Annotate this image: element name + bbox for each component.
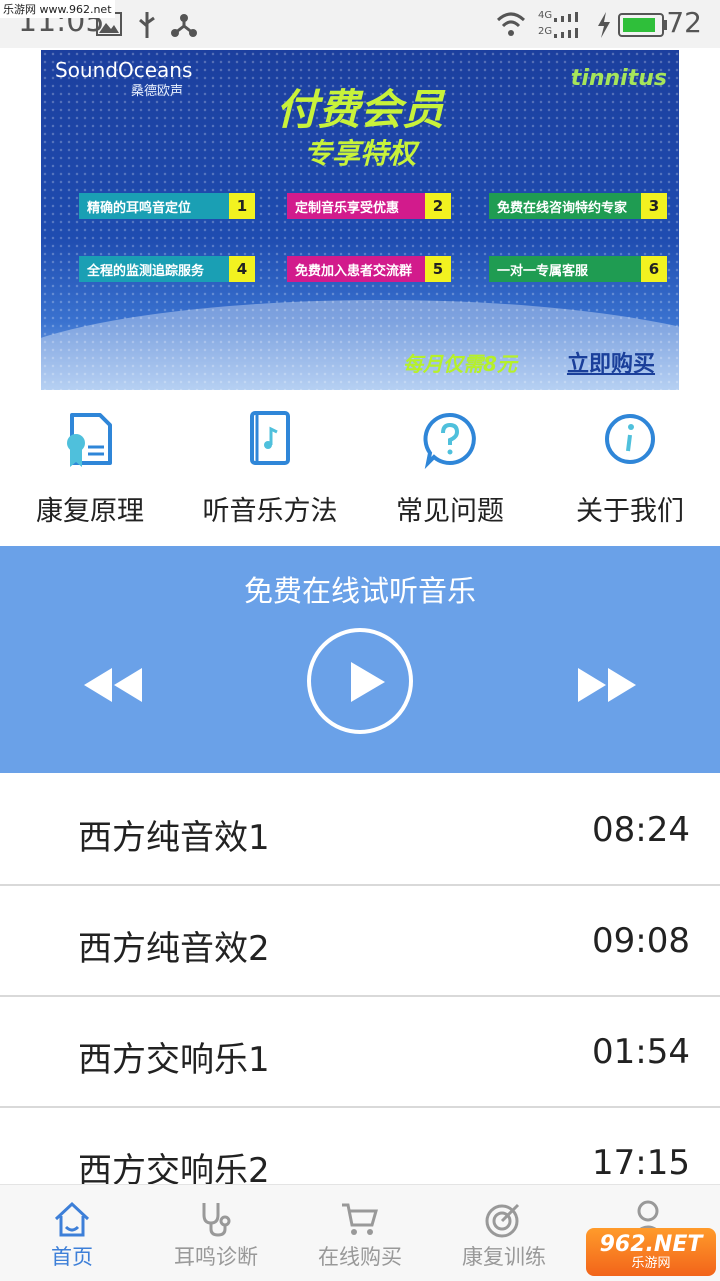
track-name: 西方纯音效2 <box>78 929 270 969</box>
nav-item-diagnosis[interactable]: 耳鸣诊断 <box>144 1185 288 1281</box>
nav-label: 在线购买 <box>318 1245 402 1269</box>
watermark-site: 乐游网 <box>631 1256 671 1271</box>
nav-item-home[interactable]: 首页 <box>0 1185 144 1281</box>
feature-number: 6 <box>641 256 667 282</box>
music-player: 免费在线试听音乐 <box>0 546 720 773</box>
play-icon <box>351 662 385 702</box>
track-duration: 08:24 <box>592 810 690 850</box>
feature-text: 一对一专属客服 <box>489 256 641 282</box>
feature-number: 3 <box>641 193 667 219</box>
banner-subtitle: 专享特权 <box>303 137 416 170</box>
track-name: 西方交响乐1 <box>78 1040 270 1080</box>
banner-feature-1: 精确的耳鸣音定位 1 <box>79 193 255 219</box>
feature-text: 免费加入患者交流群 <box>287 256 425 282</box>
nav-label: 首页 <box>51 1245 93 1269</box>
nav-item-shop[interactable]: 在线购买 <box>288 1185 432 1281</box>
feature-text: 定制音乐享受优惠 <box>287 193 425 219</box>
music-book-icon <box>250 411 290 465</box>
cart-icon <box>342 1203 378 1235</box>
menu-item-music-method[interactable]: 听音乐方法 <box>180 395 360 545</box>
menu-item-rehab-principle[interactable]: 康复原理 <box>0 395 180 545</box>
stethoscope-icon <box>202 1203 231 1237</box>
feature-text: 免费在线咨询特约专家 <box>489 193 641 219</box>
play-button[interactable] <box>307 628 413 734</box>
player-title: 免费在线试听音乐 <box>243 574 476 608</box>
network-4g-label: 4G <box>538 10 553 21</box>
track-duration: 01:54 <box>592 1032 690 1072</box>
banner-feature-5: 免费加入患者交流群 5 <box>287 256 451 282</box>
battery-percent: 72 <box>666 6 702 39</box>
promo-banner[interactable]: SoundOceans 桑德欧声 tinnitus 付费会员 专享特权 精确的耳… <box>41 50 679 390</box>
menu-item-label: 听音乐方法 <box>202 496 338 527</box>
track-duration: 17:15 <box>592 1143 690 1183</box>
rewind-icon[interactable] <box>80 660 146 710</box>
charging-icon <box>598 12 610 38</box>
track-duration: 09:08 <box>592 921 690 961</box>
network-2g-label: 2G <box>538 26 553 37</box>
track-row[interactable]: 西方纯音效1 08:24 <box>0 774 720 886</box>
watermark-top: 乐游网 www.962.net <box>0 0 115 18</box>
buy-now-link[interactable]: 立即购买 <box>567 346 655 378</box>
watermark-logo: 962.NET <box>599 1232 703 1257</box>
feature-text: 精确的耳鸣音定位 <box>79 193 229 219</box>
certificate-icon <box>67 413 112 467</box>
banner-feature-4: 全程的监测追踪服务 4 <box>79 256 255 282</box>
watermark-badge: 962.NET 乐游网 <box>586 1228 716 1276</box>
banner-title: 付费会员 <box>275 85 444 134</box>
track-row[interactable]: 西方纯音效2 09:08 <box>0 885 720 997</box>
battery-icon <box>618 13 667 37</box>
track-row[interactable]: 西方交响乐1 01:54 <box>0 996 720 1108</box>
feature-number: 1 <box>229 193 255 219</box>
feature-number: 4 <box>229 256 255 282</box>
share-icon <box>171 14 197 37</box>
signal-icon <box>554 12 578 38</box>
nav-label: 耳鸣诊断 <box>174 1245 258 1269</box>
info-icon <box>605 414 655 464</box>
feature-number: 5 <box>425 256 451 282</box>
fast-forward-icon[interactable] <box>574 660 640 710</box>
home-icon <box>54 1201 90 1237</box>
menu-item-label: 关于我们 <box>576 496 684 527</box>
menu-item-about-us[interactable]: 关于我们 <box>540 395 720 545</box>
usb-icon <box>139 12 155 38</box>
wifi-icon <box>496 12 526 36</box>
nav-item-training[interactable]: 康复训练 <box>432 1185 576 1281</box>
target-icon <box>485 1203 520 1238</box>
banner-price: 每月仅需8元 <box>403 352 517 376</box>
feature-number: 2 <box>425 193 451 219</box>
question-icon <box>423 412 476 469</box>
track-name: 西方纯音效1 <box>78 818 270 858</box>
feature-text: 全程的监测追踪服务 <box>79 256 229 282</box>
menu-item-label: 康复原理 <box>36 496 144 527</box>
banner-feature-3: 免费在线咨询特约专家 3 <box>489 193 667 219</box>
banner-feature-2: 定制音乐享受优惠 2 <box>287 193 451 219</box>
nav-label: 康复训练 <box>462 1245 546 1269</box>
menu-item-faq[interactable]: 常见问题 <box>360 395 540 545</box>
menu-item-label: 常见问题 <box>396 496 504 527</box>
banner-feature-6: 一对一专属客服 6 <box>489 256 667 282</box>
